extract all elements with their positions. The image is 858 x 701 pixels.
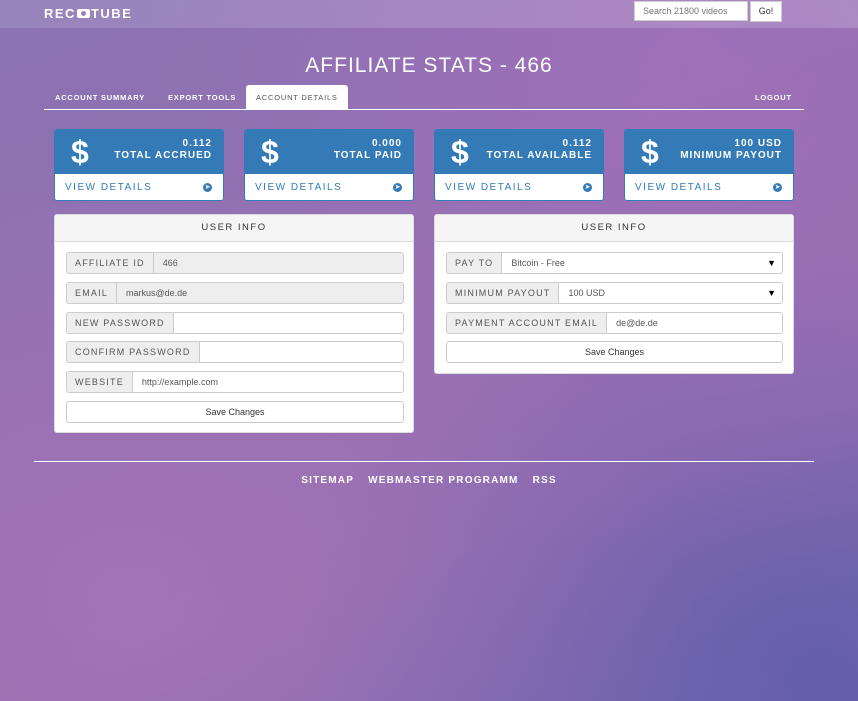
search-button[interactable]: Go! bbox=[750, 1, 782, 22]
email-group: EMAIL markus@de.de bbox=[66, 282, 404, 304]
minimum-payout-value: 100 USD bbox=[568, 288, 605, 298]
email-field: markus@de.de bbox=[116, 282, 404, 304]
view-details-label: VIEW DETAILS bbox=[635, 182, 723, 193]
stat-card-minimum-payout: $ 100 USD MINIMUM PAYOUT VIEW DETAILS ➤ bbox=[624, 129, 794, 201]
pay-to-value: Bitcoin - Free bbox=[511, 258, 565, 268]
confirm-password-label: CONFIRM PASSWORD bbox=[66, 341, 199, 363]
email-label: EMAIL bbox=[66, 282, 117, 304]
user-info-panel-right: USER INFO PAY TO Bitcoin - Free ▼ MINIMU… bbox=[434, 214, 794, 374]
affiliate-id-label: AFFILIATE ID bbox=[66, 252, 153, 274]
view-details-link[interactable]: VIEW DETAILS ➤ bbox=[245, 174, 413, 200]
confirm-password-group: CONFIRM PASSWORD bbox=[66, 341, 404, 363]
stat-label: TOTAL AVAILABLE bbox=[486, 150, 592, 161]
stat-card-total-paid: $ 0.000 TOTAL PAID VIEW DETAILS ➤ bbox=[244, 129, 414, 201]
pay-to-select[interactable]: Bitcoin - Free ▼ bbox=[501, 252, 783, 274]
circle-arrow-right-icon: ➤ bbox=[773, 183, 782, 192]
panel-title: USER INFO bbox=[435, 215, 793, 242]
logo-text-left: REC bbox=[44, 6, 76, 21]
website-group: WEBSITE http://example.com bbox=[66, 371, 404, 393]
footer-divider bbox=[34, 461, 814, 462]
payment-email-label: PAYMENT ACCOUNT EMAIL bbox=[446, 312, 607, 334]
tabs-divider bbox=[44, 109, 804, 110]
view-details-link[interactable]: VIEW DETAILS ➤ bbox=[55, 174, 223, 200]
stat-value: 100 USD bbox=[734, 138, 782, 149]
new-password-label: NEW PASSWORD bbox=[66, 312, 173, 334]
circle-arrow-right-icon: ➤ bbox=[393, 183, 402, 192]
dollar-icon: $ bbox=[71, 134, 89, 170]
stat-label: MINIMUM PAYOUT bbox=[680, 150, 782, 161]
view-details-label: VIEW DETAILS bbox=[445, 182, 533, 193]
circle-arrow-right-icon: ➤ bbox=[203, 183, 212, 192]
stat-value: 0.112 bbox=[182, 138, 212, 149]
footer-link-rss[interactable]: RSS bbox=[533, 475, 557, 486]
panel-title: USER INFO bbox=[55, 215, 413, 242]
footer-link-sitemap[interactable]: SITEMAP bbox=[301, 475, 354, 486]
dollar-icon: $ bbox=[261, 134, 279, 170]
new-password-group: NEW PASSWORD bbox=[66, 312, 404, 334]
circle-arrow-right-icon: ➤ bbox=[583, 183, 592, 192]
affiliate-id-group: AFFILIATE ID 466 bbox=[66, 252, 404, 274]
stat-label: TOTAL PAID bbox=[333, 150, 402, 161]
payment-email-group: PAYMENT ACCOUNT EMAIL de@de.de bbox=[446, 312, 783, 334]
logo-text-right: TUBE bbox=[90, 6, 133, 21]
website-field[interactable]: http://example.com bbox=[131, 371, 404, 393]
dollar-icon: $ bbox=[641, 134, 659, 170]
pay-to-group: PAY TO Bitcoin - Free ▼ bbox=[446, 252, 783, 274]
view-details-link[interactable]: VIEW DETAILS ➤ bbox=[435, 174, 603, 200]
minimum-payout-group: MINIMUM PAYOUT 100 USD ▼ bbox=[446, 282, 783, 304]
website-label: WEBSITE bbox=[66, 371, 132, 393]
user-info-panel-left: USER INFO AFFILIATE ID 466 EMAIL markus@… bbox=[54, 214, 414, 433]
page-title: AFFILIATE STATS - 466 bbox=[305, 54, 553, 77]
new-password-field[interactable] bbox=[172, 312, 404, 334]
tab-export-tools[interactable]: EXPORT TOOLS bbox=[168, 85, 236, 110]
stat-label: TOTAL ACCRUED bbox=[114, 150, 212, 161]
payment-email-field[interactable]: de@de.de bbox=[606, 312, 783, 334]
save-changes-button[interactable]: Save Changes bbox=[66, 401, 404, 423]
top-navbar: REC TUBE Go! bbox=[0, 0, 858, 28]
save-changes-button[interactable]: Save Changes bbox=[446, 341, 783, 363]
stat-value: 0.112 bbox=[562, 138, 592, 149]
footer-links: SITEMAP WEBMASTER PROGRAMM RSS bbox=[0, 475, 858, 486]
search-input[interactable] bbox=[634, 1, 748, 21]
footer-link-webmaster-programm[interactable]: WEBMASTER PROGRAMM bbox=[368, 475, 518, 486]
stat-card-total-accrued: $ 0.112 TOTAL ACCRUED VIEW DETAILS ➤ bbox=[54, 129, 224, 201]
logout-link[interactable]: LOGOUT bbox=[755, 85, 792, 110]
dollar-icon: $ bbox=[451, 134, 469, 170]
confirm-password-field[interactable] bbox=[198, 341, 404, 363]
pay-to-label: PAY TO bbox=[446, 252, 502, 274]
view-details-link[interactable]: VIEW DETAILS ➤ bbox=[625, 174, 793, 200]
caret-down-icon: ▼ bbox=[767, 288, 776, 298]
affiliate-id-field: 466 bbox=[152, 252, 404, 274]
minimum-payout-select[interactable]: 100 USD ▼ bbox=[558, 282, 783, 304]
stat-value: 0.000 bbox=[371, 138, 402, 149]
stat-card-total-available: $ 0.112 TOTAL AVAILABLE VIEW DETAILS ➤ bbox=[434, 129, 604, 201]
minimum-payout-label: MINIMUM PAYOUT bbox=[446, 282, 559, 304]
caret-down-icon: ▼ bbox=[767, 258, 776, 268]
camera-icon bbox=[76, 9, 90, 18]
tab-account-summary[interactable]: ACCOUNT SUMMARY bbox=[55, 85, 145, 110]
view-details-label: VIEW DETAILS bbox=[65, 182, 153, 193]
site-logo[interactable]: REC TUBE bbox=[44, 6, 132, 21]
tab-account-details[interactable]: ACCOUNT DETAILS bbox=[246, 85, 348, 110]
view-details-label: VIEW DETAILS bbox=[255, 182, 343, 193]
